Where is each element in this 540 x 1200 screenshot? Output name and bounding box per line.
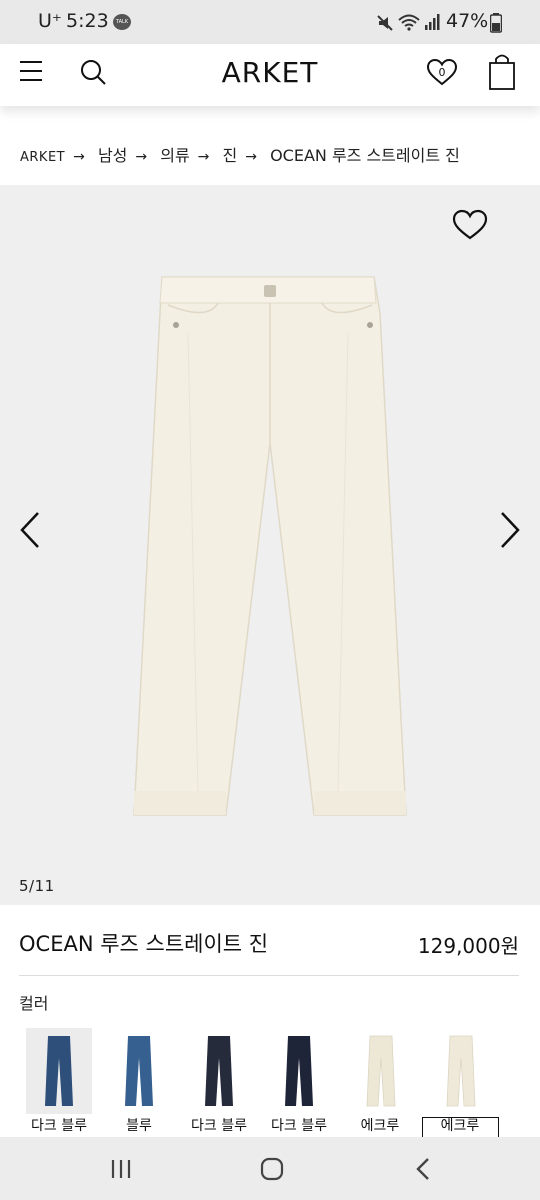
product-image-jeans <box>133 276 407 816</box>
wifi-icon <box>398 14 420 31</box>
kakaotalk-notification-icon: TALK <box>113 14 131 30</box>
bag-icon[interactable] <box>488 53 518 91</box>
product-gallery[interactable] <box>0 185 540 905</box>
signal-icon <box>425 14 440 30</box>
wishlist-count: 0 <box>438 66 446 79</box>
site-header: ARKET 0 <box>0 44 540 106</box>
gallery-heart-icon[interactable] <box>452 209 488 241</box>
battery-icon <box>490 13 502 33</box>
arrow-right-icon: → <box>197 149 210 165</box>
color-label-dark-blue-1[interactable]: 다크 블루 <box>19 1115 99 1135</box>
product-title: OCEAN 루즈 스트레이트 진 <box>19 932 269 956</box>
clock: 5:23 <box>66 10 109 32</box>
arket-logo[interactable]: ARKET <box>0 56 540 89</box>
chevron-right-icon[interactable] <box>498 511 522 549</box>
color-label-blue[interactable]: 블루 <box>99 1115 179 1135</box>
arrow-right-icon: → <box>135 149 148 165</box>
breadcrumb-item-men[interactable]: 남성 <box>98 146 127 165</box>
breadcrumb-item-clothing[interactable]: 의류 <box>160 146 189 165</box>
arrow-right-icon: → <box>245 149 257 165</box>
breadcrumb-item-arket[interactable]: ARKET <box>20 150 65 165</box>
breadcrumb: ARKET → 남성 → 의류 → 진 → OCEAN 루즈 스트레이트 진 <box>20 142 466 166</box>
color-swatch-dark-blue-3[interactable] <box>266 1028 332 1114</box>
color-label-dark-blue-2[interactable]: 다크 블루 <box>179 1115 259 1135</box>
color-swatch-dark-blue-1[interactable] <box>26 1028 92 1114</box>
color-section-label: 컬러 <box>19 994 49 1013</box>
system-nav-bar <box>0 1137 540 1200</box>
divider <box>19 975 519 976</box>
gallery-counter: 5/11 <box>19 877 55 895</box>
battery-percentage: 47% <box>446 10 489 32</box>
breadcrumb-item-jeans[interactable]: 진 <box>223 146 238 165</box>
status-bar: U⁺ 5:23 TALK 47% <box>0 0 540 44</box>
home-icon[interactable] <box>260 1157 284 1181</box>
color-label-ecru-2-selected[interactable]: 에크루 <box>420 1115 500 1135</box>
mute-icon <box>377 15 393 31</box>
back-icon[interactable] <box>414 1157 432 1181</box>
color-swatch-ecru-2[interactable] <box>428 1028 494 1114</box>
carrier-label: U⁺ <box>38 10 62 32</box>
color-label-ecru-1[interactable]: 에크루 <box>340 1115 420 1135</box>
color-swatch-dark-blue-2[interactable] <box>186 1028 252 1114</box>
breadcrumb-item-current: OCEAN 루즈 스트레이트 진 <box>270 146 460 165</box>
color-swatch-ecru-1[interactable] <box>348 1028 414 1114</box>
chevron-left-icon[interactable] <box>18 511 42 549</box>
color-swatch-blue[interactable] <box>106 1028 172 1114</box>
arrow-right-icon: → <box>73 149 85 165</box>
recents-icon[interactable] <box>110 1158 134 1180</box>
color-label-dark-blue-3[interactable]: 다크 블루 <box>259 1115 339 1135</box>
product-price: 129,000원 <box>417 934 519 958</box>
